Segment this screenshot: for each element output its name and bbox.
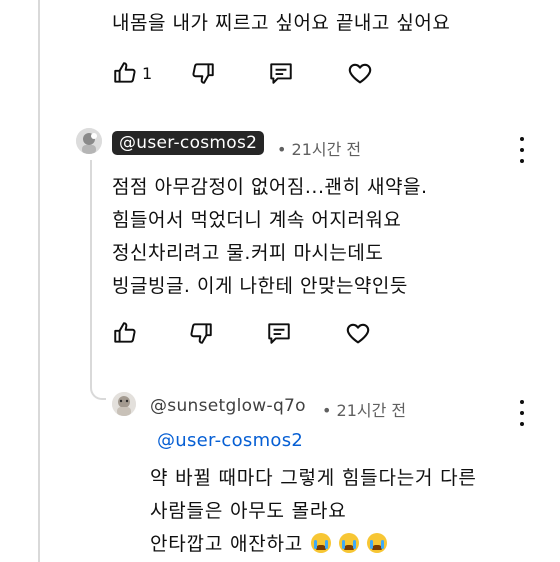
heart-icon	[346, 323, 370, 344]
kebab-dot	[520, 159, 524, 163]
reply-last-line: 안타깝고 애잔하고	[150, 529, 388, 556]
kebab-dot	[520, 137, 524, 141]
comment-text-line: 힘들어서 먹었더니 계속 어지러워요	[112, 209, 402, 231]
dislike-button[interactable]	[188, 320, 214, 346]
like-count: 1	[142, 63, 153, 83]
reply-mention-link[interactable]: @user-cosmos2	[157, 430, 303, 451]
thumbs-up-icon	[114, 62, 136, 83]
loudly-crying-face-icon	[367, 533, 388, 553]
top-comment-text: 내몸을 내가 찌르고 싶어요 끝내고 싶어요	[112, 12, 451, 34]
comment-text-line: 빙글빙글. 이게 나한테 안맞는약인듯	[112, 275, 408, 297]
more-options-button[interactable]	[514, 135, 530, 165]
thumbs-down-icon	[190, 323, 212, 344]
kebab-dot	[520, 400, 524, 404]
comment-actions	[112, 318, 372, 348]
comment-timestamp: • 21시간 전	[277, 140, 362, 159]
avatar[interactable]	[76, 128, 102, 154]
thumbs-up-icon	[114, 322, 136, 343]
like-button[interactable]: 1	[112, 60, 152, 86]
comment-text-line: 정신차리려고 물.커피 마시는데도	[112, 242, 384, 264]
thread-line-top	[38, 0, 40, 122]
thumbs-down-icon	[192, 63, 214, 84]
thread-line-reply-curve	[90, 368, 106, 400]
heart-button[interactable]	[346, 59, 374, 87]
top-comment-actions: 1	[112, 58, 374, 88]
reply-author-handle[interactable]: @sunsetglow-q7o	[150, 396, 306, 416]
heart-icon	[348, 63, 372, 84]
kebab-dot	[520, 411, 524, 415]
heart-button[interactable]	[344, 319, 372, 347]
comment-icon	[268, 323, 290, 344]
avatar-image	[76, 128, 102, 154]
thread-line-cosmos-inner	[90, 160, 92, 370]
reply-timestamp: • 21시간 전	[322, 401, 407, 420]
dislike-button[interactable]	[190, 60, 216, 86]
like-button[interactable]	[112, 320, 138, 346]
reply-button[interactable]	[266, 320, 292, 346]
avatar[interactable]	[112, 392, 136, 416]
reply-text-line: 안타깝고 애잔하고	[150, 533, 304, 555]
comment-icon	[270, 63, 292, 84]
reply-text-line: 사람들은 아무도 몰라요	[150, 500, 347, 522]
reply-button[interactable]	[268, 60, 294, 86]
loudly-crying-face-icon	[339, 533, 360, 553]
reply-text-line: 약 바뀔 때마다 그렇게 힘들다는거 다른	[150, 467, 477, 489]
kebab-dot	[520, 148, 524, 152]
more-options-button[interactable]	[514, 398, 530, 428]
comment-text-line: 점점 아무감정이 없어짐...괜히 새약을.	[112, 176, 428, 198]
kebab-dot	[520, 422, 524, 426]
loudly-crying-face-icon	[311, 533, 332, 553]
comment-author-handle[interactable]: @user-cosmos2	[112, 131, 265, 155]
thread-line-cosmos	[38, 122, 40, 562]
avatar-image	[112, 392, 136, 416]
